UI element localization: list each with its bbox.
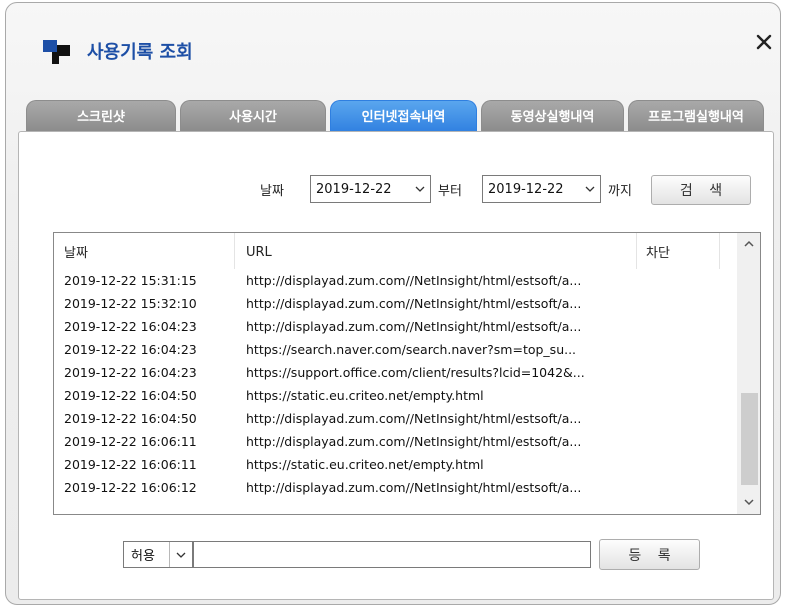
column-header-url[interactable]: URL	[246, 234, 272, 270]
table-row[interactable]: 2019-12-22 16:04:23 http://displayad.zum.…	[54, 315, 738, 338]
search-bar: 날짜 2019-12-22 부터 2019-12-22 까지 검 색	[19, 132, 773, 212]
table-row[interactable]: 2019-12-22 16:06:12 http://displayad.zum.…	[54, 476, 738, 499]
tab-program-history[interactable]: 프로그램실행내역	[628, 100, 764, 133]
row-url: https://search.naver.com/search.naver?sm…	[246, 342, 577, 357]
policy-select[interactable]: 허용	[123, 541, 193, 568]
row-block	[646, 384, 716, 407]
row-date: 2019-12-22 15:31:15	[64, 273, 197, 288]
tab-internet-history[interactable]: 인터넷접속내역	[330, 100, 477, 133]
close-button[interactable]	[753, 31, 775, 53]
row-date: 2019-12-22 16:04:23	[64, 365, 197, 380]
tab-bar: 스크린샷 사용시간 인터넷접속내역 동영상실행내역 프로그램실행내역	[26, 100, 764, 133]
row-url: http://displayad.zum.com//NetInsight/htm…	[246, 411, 582, 426]
row-block	[646, 476, 716, 499]
register-button[interactable]: 등 록	[599, 539, 700, 570]
to-suffix-label: 까지	[608, 184, 632, 199]
table-row[interactable]: 2019-12-22 16:06:11 https://static.eu.cri…	[54, 453, 738, 476]
row-url: https://support.office.com/client/result…	[246, 365, 585, 380]
row-date: 2019-12-22 16:06:11	[64, 434, 197, 449]
row-url: http://displayad.zum.com//NetInsight/htm…	[246, 480, 582, 495]
row-date: 2019-12-22 16:04:50	[64, 388, 197, 403]
app-logo-icon	[43, 40, 70, 64]
row-url: http://displayad.zum.com//NetInsight/htm…	[246, 296, 582, 311]
from-date-value: 2019-12-22	[316, 181, 392, 197]
row-date: 2019-12-22 16:06:12	[64, 480, 197, 495]
from-suffix-label: 부터	[438, 184, 462, 199]
column-header-date[interactable]: 날짜	[64, 233, 88, 269]
chevron-down-icon	[176, 552, 186, 558]
search-button[interactable]: 검 색	[651, 175, 751, 205]
row-block	[646, 292, 716, 315]
table-row[interactable]: 2019-12-22 16:04:50 http://displayad.zum.…	[54, 407, 738, 430]
column-divider	[636, 233, 637, 269]
content-panel: 날짜 2019-12-22 부터 2019-12-22 까지 검 색 날짜 UR…	[18, 131, 774, 600]
vertical-scrollbar[interactable]	[737, 233, 760, 514]
usage-history-window: 사용기록 조회 스크린샷 사용시간 인터넷접속내역 동영상실행내역 프로그램실행…	[5, 2, 781, 605]
row-url: https://static.eu.criteo.net/empty.html	[246, 457, 484, 472]
table-row[interactable]: 2019-12-22 16:04:50 https://static.eu.cri…	[54, 384, 738, 407]
row-block	[646, 430, 716, 453]
row-url: http://displayad.zum.com//NetInsight/htm…	[246, 273, 582, 288]
row-date: 2019-12-22 15:32:10	[64, 296, 197, 311]
table-row[interactable]: 2019-12-22 16:04:23 https://search.naver.…	[54, 338, 738, 361]
chevron-down-icon	[585, 186, 595, 192]
column-divider	[234, 233, 235, 269]
row-date: 2019-12-22 16:04:23	[64, 319, 197, 334]
scroll-down-button[interactable]	[738, 492, 760, 512]
policy-value: 허용	[131, 549, 155, 564]
scroll-up-button[interactable]	[738, 234, 760, 254]
tab-screenshot[interactable]: 스크린샷	[26, 100, 176, 133]
column-divider	[719, 233, 720, 269]
row-date: 2019-12-22 16:04:50	[64, 411, 197, 426]
row-date: 2019-12-22 16:06:11	[64, 457, 197, 472]
scroll-thumb[interactable]	[741, 393, 758, 485]
row-url: https://static.eu.criteo.net/empty.html	[246, 388, 484, 403]
register-bar: 허용 등 록	[19, 530, 773, 580]
window-title: 사용기록 조회	[87, 42, 193, 63]
date-label: 날짜	[260, 184, 284, 199]
table-row[interactable]: 2019-12-22 15:31:15 http://displayad.zum.…	[54, 269, 738, 292]
chevron-up-icon	[744, 240, 754, 247]
to-date-value: 2019-12-22	[488, 181, 564, 197]
row-block	[646, 338, 716, 361]
from-date-select[interactable]: 2019-12-22	[310, 175, 431, 203]
row-url: http://displayad.zum.com//NetInsight/htm…	[246, 434, 582, 449]
policy-dropdown-button[interactable]	[169, 542, 192, 567]
row-block	[646, 315, 716, 338]
row-block	[646, 361, 716, 384]
to-date-select[interactable]: 2019-12-22	[482, 175, 601, 203]
row-block	[646, 407, 716, 430]
history-list[interactable]: 날짜 URL 차단 2019-12-22 15:31:15 http://disp…	[53, 232, 761, 515]
url-input[interactable]	[193, 541, 591, 568]
row-url: http://displayad.zum.com//NetInsight/htm…	[246, 319, 582, 334]
close-icon	[756, 34, 772, 50]
row-block	[646, 269, 716, 292]
row-date: 2019-12-22 16:04:23	[64, 342, 197, 357]
title-bar: 사용기록 조회	[6, 3, 780, 93]
chevron-down-icon	[744, 499, 754, 506]
chevron-down-icon	[415, 186, 425, 192]
table-row[interactable]: 2019-12-22 15:32:10 http://displayad.zum.…	[54, 292, 738, 315]
table-row[interactable]: 2019-12-22 16:06:11 http://displayad.zum.…	[54, 430, 738, 453]
column-header-block[interactable]: 차단	[646, 233, 670, 269]
tab-video-history[interactable]: 동영상실행내역	[481, 100, 624, 133]
table-row[interactable]: 2019-12-22 16:04:23 https://support.offic…	[54, 361, 738, 384]
list-header: 날짜 URL 차단	[54, 233, 738, 269]
row-block	[646, 453, 716, 476]
tab-usage-time[interactable]: 사용시간	[180, 100, 326, 133]
